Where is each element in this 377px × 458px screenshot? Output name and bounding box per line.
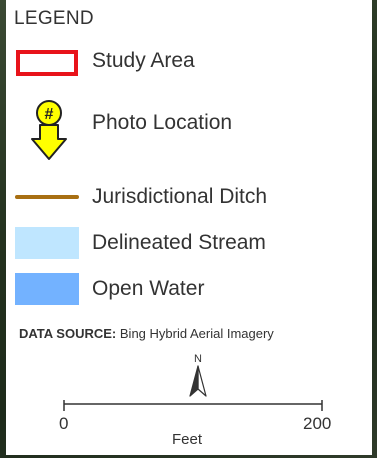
data-source: DATA SOURCE: Bing Hybrid Aerial Imagery bbox=[19, 326, 274, 341]
scale-start-label: 0 bbox=[59, 414, 69, 433]
legend-item-study-area: Study Area bbox=[92, 49, 195, 72]
legend-panel: LEGEND Study Area # Photo Location Juris… bbox=[6, 0, 372, 455]
study-area-swatch bbox=[16, 50, 78, 76]
data-source-value: Bing Hybrid Aerial Imagery bbox=[119, 326, 274, 341]
legend-title: LEGEND bbox=[14, 8, 94, 29]
delineated-stream-swatch bbox=[15, 227, 79, 259]
scale-unit-label: Feet bbox=[172, 431, 203, 448]
photo-location-icon: # bbox=[31, 100, 67, 160]
scale-end-label: 200 bbox=[303, 414, 332, 433]
open-water-swatch bbox=[15, 273, 79, 305]
legend-item-jurisdictional-ditch: Jurisdictional Ditch bbox=[92, 185, 268, 208]
jurisdictional-ditch-swatch bbox=[15, 195, 79, 199]
data-source-label: DATA SOURCE: bbox=[19, 326, 117, 341]
north-arrow-icon: N bbox=[189, 353, 207, 397]
legend-item-open-water: Open Water bbox=[92, 277, 205, 300]
legend-item-photo-location: Photo Location bbox=[92, 111, 233, 134]
scale-bar bbox=[63, 400, 323, 411]
legend-item-delineated-stream: Delineated Stream bbox=[92, 231, 266, 254]
photo-location-symbol: # bbox=[45, 106, 54, 123]
north-arrow-label: N bbox=[194, 353, 202, 365]
